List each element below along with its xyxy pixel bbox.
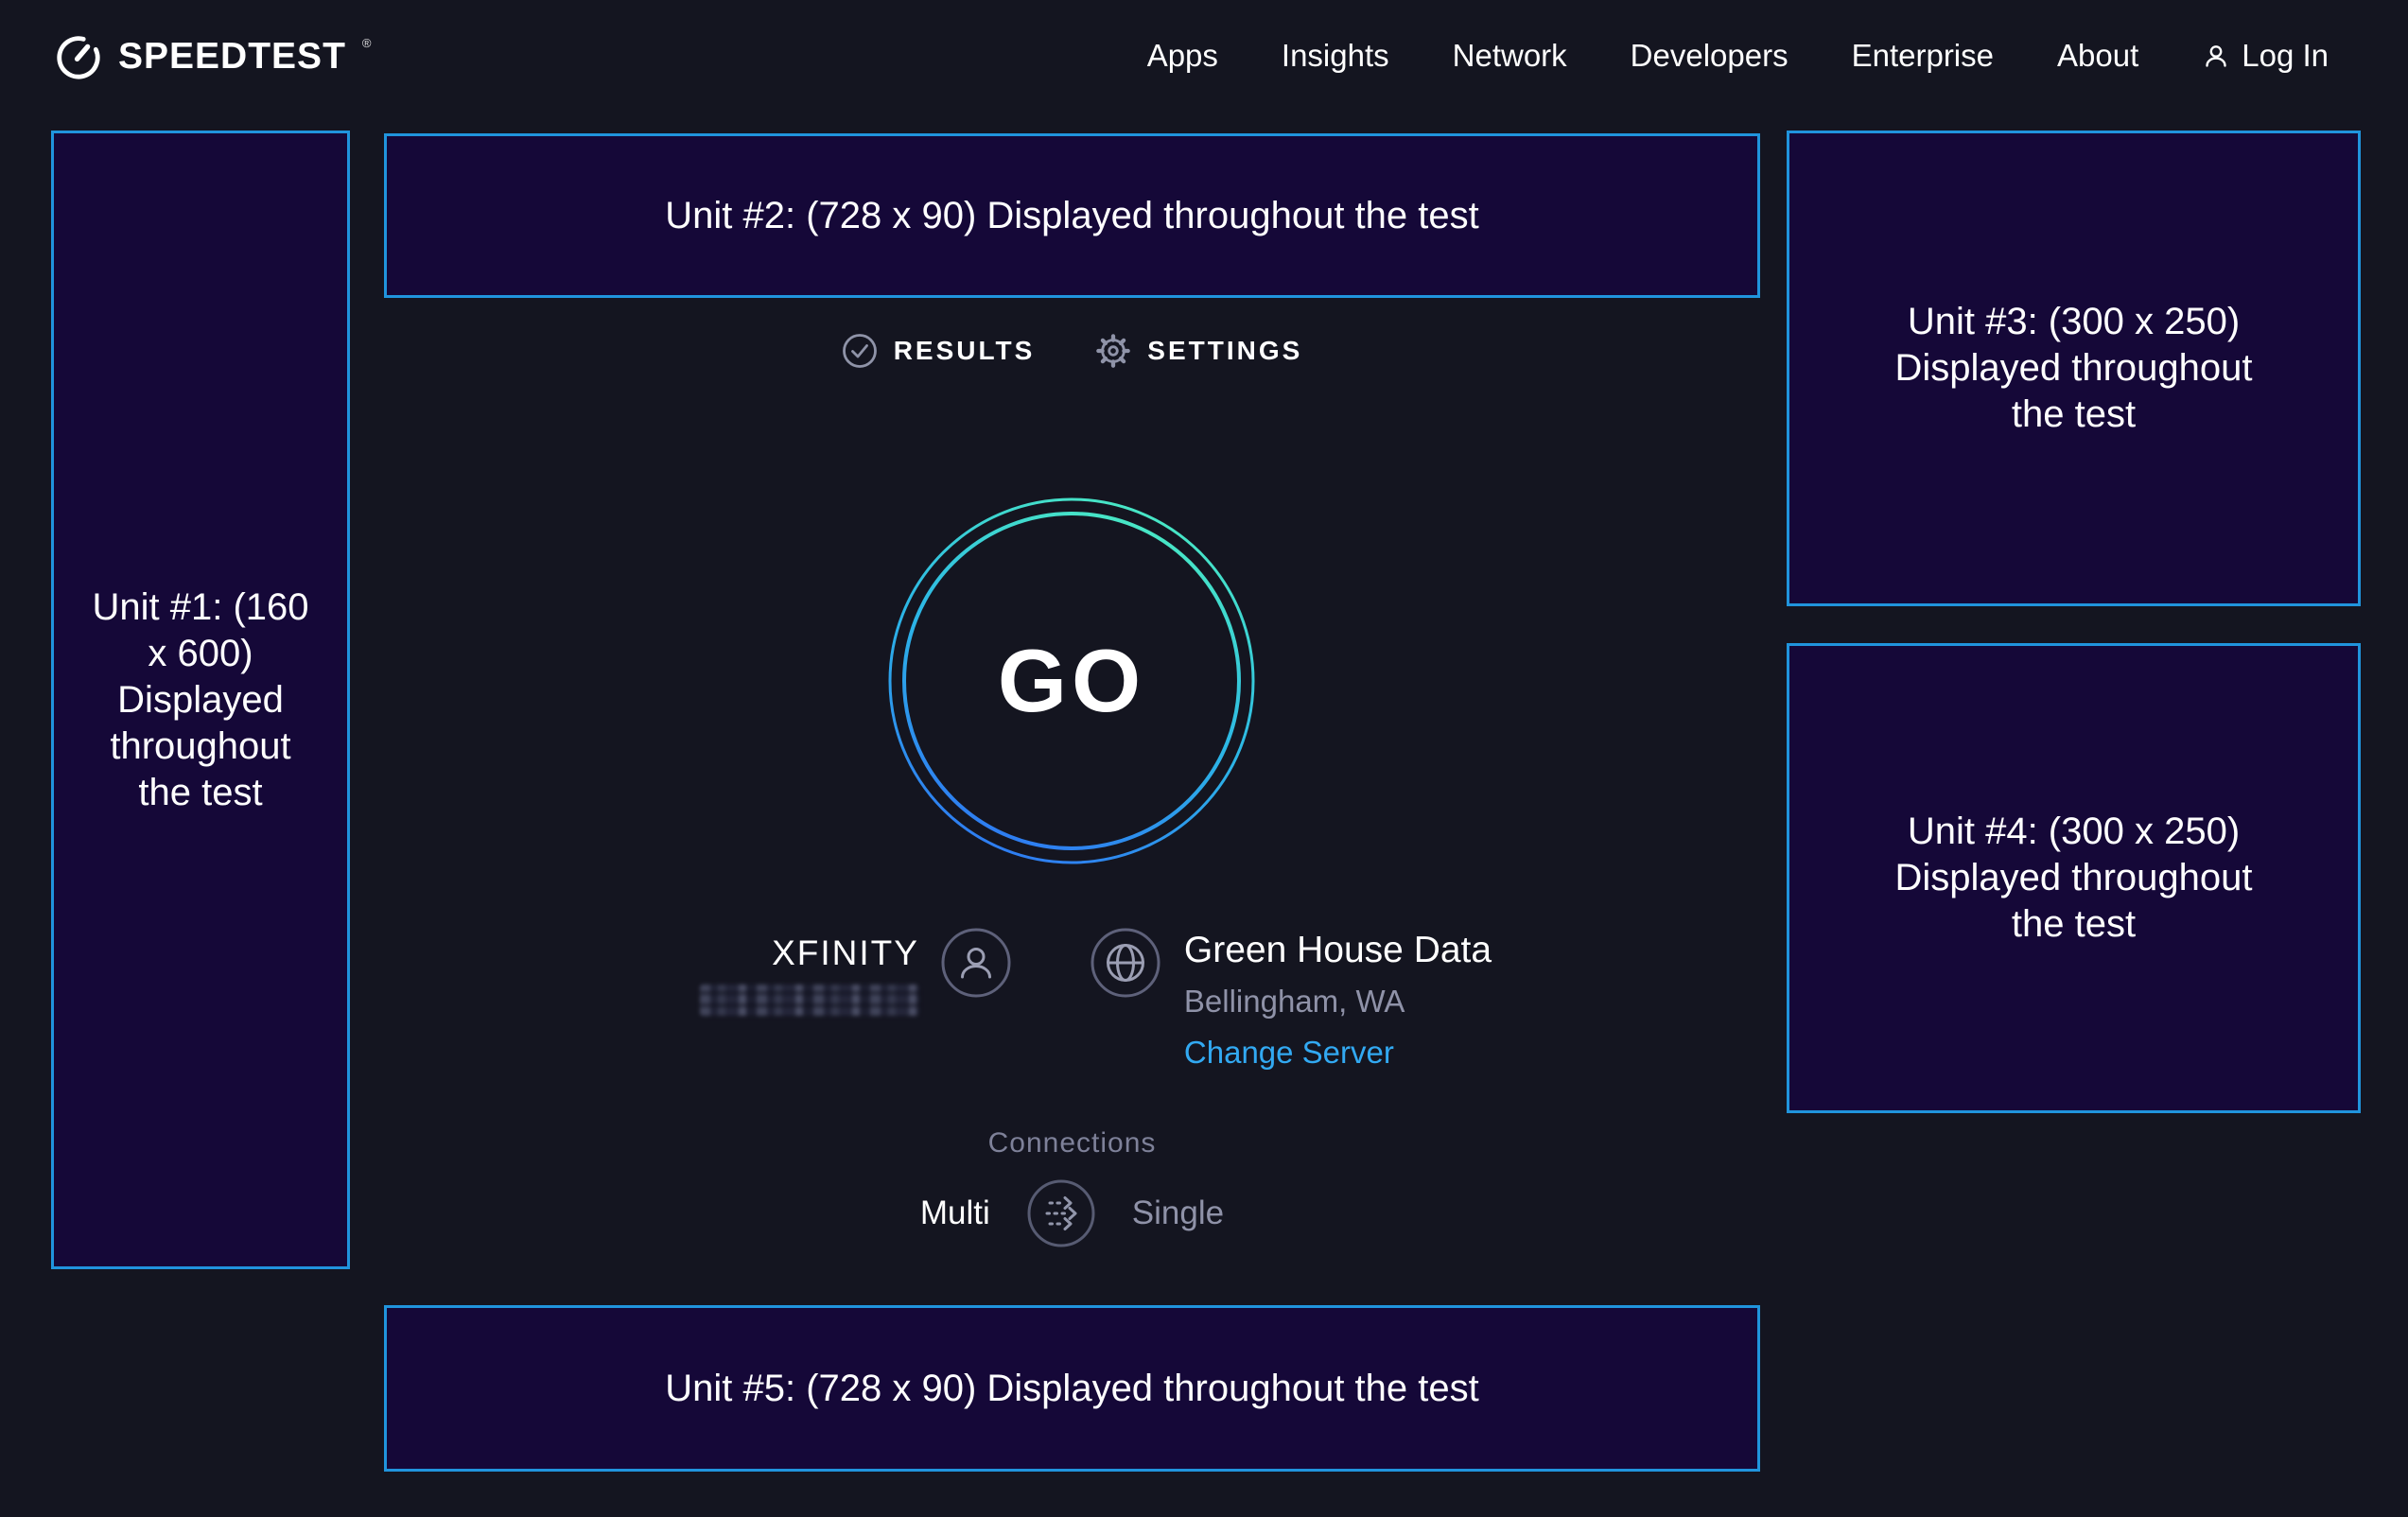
tab-results[interactable]: RESULTS [842,333,1036,369]
go-button-label: GO [886,496,1257,866]
multi-connections-icon[interactable] [1026,1178,1096,1248]
logo-text: SPEEDTEST [118,38,346,75]
ad-unit-3-label: Unit #3: (300 x 250) Displayed throughou… [1870,299,2278,438]
ad-unit-5-banner-bottom[interactable]: Unit #5: (728 x 90) Displayed throughout… [384,1305,1760,1472]
nav-item-insights[interactable]: Insights [1282,38,1389,74]
ad-unit-5-label: Unit #5: (728 x 90) Displayed throughout… [665,1366,1479,1412]
connections-multi-option[interactable]: Multi [920,1194,990,1232]
main-nav: Apps Insights Network Developers Enterpr… [1147,38,2329,74]
gauge-icon [53,30,104,81]
server-location: Bellingham, WA [1184,984,1492,1020]
top-nav-bar: SPEEDTEST ® Apps Insights Network Develo… [0,0,2408,112]
speedtest-page: SPEEDTEST ® Apps Insights Network Develo… [0,0,2408,1517]
nav-item-developers[interactable]: Developers [1631,38,1789,74]
view-tabs: RESULTS SETTINGS [384,333,1760,369]
logo-trademark: ® [362,36,372,50]
isp-name: XFINITY [700,933,919,974]
connections-single-option[interactable]: Single [1132,1194,1224,1232]
nav-item-enterprise[interactable]: Enterprise [1852,38,1994,74]
nav-item-apps[interactable]: Apps [1147,38,1218,74]
connections-label: Connections [384,1127,1760,1160]
ad-unit-1-skyscraper[interactable]: Unit #1: (160 x 600) Displayed throughou… [51,131,350,1269]
server-name: Green House Data [1184,929,1492,972]
globe-icon [1090,927,1161,999]
tab-settings[interactable]: SETTINGS [1095,333,1302,369]
login-link[interactable]: Log In [2202,38,2329,74]
user-circle-icon [940,927,1012,999]
user-icon [2202,42,2230,70]
go-button[interactable]: GO [886,496,1257,866]
nav-item-network[interactable]: Network [1453,38,1567,74]
ad-unit-2-banner-top[interactable]: Unit #2: (728 x 90) Displayed throughout… [384,133,1760,298]
connections-toggle: Multi Single [384,1178,1760,1248]
login-label: Log In [2242,38,2329,74]
server-info: Green House Data Bellingham, WA Change S… [1184,917,1492,1071]
ad-unit-3-rectangle[interactable]: Unit #3: (300 x 250) Displayed throughou… [1787,131,2361,606]
gear-icon [1095,333,1131,369]
isp-info: XFINITY [700,917,919,1020]
ad-unit-2-label: Unit #2: (728 x 90) Displayed throughout… [665,193,1479,239]
tab-results-label: RESULTS [894,336,1036,366]
ip-address-redacted [700,985,919,1016]
speedtest-logo[interactable]: SPEEDTEST ® [53,30,371,81]
connection-info-row: XFINITY Green House Data Bellingham, WA … [408,917,1784,1071]
nav-item-about[interactable]: About [2057,38,2138,74]
ad-unit-4-rectangle[interactable]: Unit #4: (300 x 250) Displayed throughou… [1787,643,2361,1113]
tab-settings-label: SETTINGS [1147,336,1302,366]
change-server-link[interactable]: Change Server [1184,1035,1492,1071]
ad-unit-1-label: Unit #1: (160 x 600) Displayed throughou… [91,584,310,816]
check-circle-icon [842,333,878,369]
ad-unit-4-label: Unit #4: (300 x 250) Displayed throughou… [1870,809,2278,948]
